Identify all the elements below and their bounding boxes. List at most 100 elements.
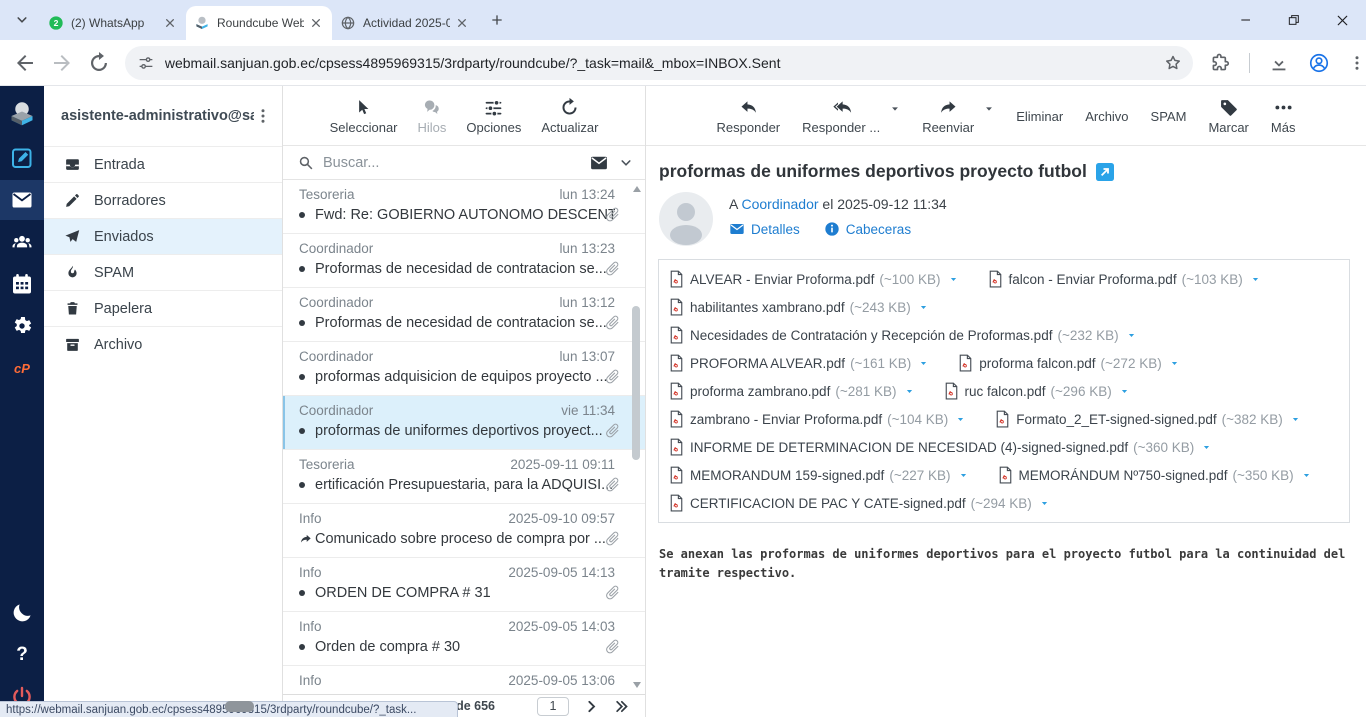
forward-caret-button[interactable] (984, 104, 994, 114)
forward-button[interactable] (50, 51, 74, 75)
folder-item-borradores[interactable]: Borradores (44, 182, 282, 218)
reload-button[interactable] (87, 51, 111, 75)
threads-button[interactable]: Hilos (418, 97, 447, 135)
dark-mode-button[interactable] (0, 593, 44, 633)
headers-link[interactable]: Cabeceras (824, 221, 911, 237)
attachment-chip[interactable]: zambrano - Enviar Proforma.pdf (~104 KB) (669, 405, 965, 433)
open-in-new-window-button[interactable] (1096, 163, 1114, 181)
attachment-menu-caret[interactable] (956, 415, 965, 424)
message-row[interactable]: Coordinador lun 13:07 proformas adquisic… (283, 342, 645, 396)
contacts-nav-button[interactable] (0, 222, 44, 262)
attachment-menu-caret[interactable] (1251, 275, 1260, 284)
attachment-menu-caret[interactable] (949, 275, 958, 284)
attachment-menu-caret[interactable] (1302, 471, 1311, 480)
downloads-button[interactable] (1268, 52, 1290, 74)
list-mode-button[interactable] (589, 153, 609, 173)
scrollbar-thumb[interactable] (632, 306, 640, 460)
browser-menu-button[interactable] (1348, 52, 1366, 74)
site-info-icon[interactable] (137, 54, 155, 72)
reply-all-button[interactable]: Responder ... (802, 97, 880, 135)
scroll-down-arrow[interactable] (633, 682, 641, 688)
folder-item-entrada[interactable]: Entrada (44, 146, 282, 182)
attachment-menu-caret[interactable] (1040, 499, 1049, 508)
tab-close-button[interactable] (162, 15, 178, 31)
attachment-menu-caret[interactable] (1120, 387, 1129, 396)
spam-button[interactable]: SPAM (1151, 107, 1187, 124)
folder-item-papelera[interactable]: Papelera (44, 290, 282, 326)
message-row[interactable]: Info 2025-09-10 09:57 Comunicado sobre p… (283, 504, 645, 558)
restore-button[interactable] (1280, 6, 1308, 34)
folder-item-archivo[interactable]: Archivo (44, 326, 282, 362)
extensions-button[interactable] (1209, 52, 1231, 74)
attachment-chip[interactable]: MEMORANDUM 159-signed.pdf (~227 KB) (669, 461, 968, 489)
last-page-button[interactable] (614, 699, 629, 714)
back-button[interactable] (13, 51, 37, 75)
attachment-menu-caret[interactable] (919, 359, 928, 368)
attachment-menu-caret[interactable] (959, 471, 968, 480)
browser-tab[interactable]: Roundcube Webmail :: Enviados (186, 6, 332, 40)
attachment-chip[interactable]: CERTIFICACION DE PAC Y CATE-signed.pdf (… (669, 489, 1049, 517)
page-number-box[interactable]: 1 (537, 697, 569, 716)
more-button[interactable]: Más (1271, 97, 1296, 135)
help-button[interactable]: ? (0, 635, 44, 675)
url-text[interactable]: webmail.sanjuan.gob.ec/cpsess4895969315/… (165, 55, 1163, 71)
message-row[interactable]: Info 2025-09-05 14:13 ORDEN DE COMPRA # … (283, 558, 645, 612)
tab-close-button[interactable] (308, 15, 324, 31)
attachment-chip[interactable]: ALVEAR - Enviar Proforma.pdf (~100 KB) (669, 265, 958, 293)
attachment-chip[interactable]: MEMORÁNDUM Nº750-signed.pdf (~350 KB) (998, 461, 1311, 489)
reply-button[interactable]: Responder (717, 97, 781, 135)
settings-nav-button[interactable] (0, 306, 44, 346)
message-row[interactable]: Info 2025-09-05 13:06 (283, 666, 645, 694)
attachment-chip[interactable]: INFORME DE DETERMINACION DE NECESIDAD (4… (669, 433, 1211, 461)
attachment-menu-caret[interactable] (1202, 443, 1211, 452)
attachment-menu-caret[interactable] (1127, 331, 1136, 340)
options-button[interactable]: Opciones (466, 97, 521, 135)
bookmark-star-icon[interactable] (1163, 53, 1183, 73)
archive-button[interactable]: Archivo (1085, 107, 1128, 124)
mark-button[interactable]: Marcar (1208, 97, 1248, 135)
message-row[interactable]: Coordinador vie 11:34 proformas de unifo… (283, 396, 645, 450)
recipient-link[interactable]: Coordinador (741, 196, 818, 212)
attachment-menu-caret[interactable] (1291, 415, 1300, 424)
folder-item-spam[interactable]: SPAM (44, 254, 282, 290)
message-row[interactable]: Coordinador lun 13:12 Proformas de neces… (283, 288, 645, 342)
attachment-chip[interactable]: ruc falcon.pdf (~296 KB) (944, 377, 1129, 405)
close-button[interactable] (1328, 6, 1356, 34)
attachment-chip[interactable]: falcon - Enviar Proforma.pdf (~103 KB) (988, 265, 1260, 293)
search-input[interactable] (323, 155, 589, 171)
folder-item-enviados[interactable]: Enviados (44, 218, 282, 254)
attachment-menu-caret[interactable] (905, 387, 914, 396)
delete-button[interactable]: Eliminar (1016, 107, 1063, 124)
minimize-button[interactable] (1232, 6, 1260, 34)
calendar-nav-button[interactable] (0, 264, 44, 304)
attachment-chip[interactable]: Formato_2_ET-signed-signed.pdf (~382 KB) (995, 405, 1300, 433)
attachment-chip[interactable]: Necesidades de Contratación y Recepción … (669, 321, 1136, 349)
next-page-button[interactable] (584, 699, 599, 714)
refresh-button[interactable]: Actualizar (541, 97, 598, 135)
account-menu-button[interactable] (254, 107, 272, 125)
attachment-chip[interactable]: proforma falcon.pdf (~272 KB) (958, 349, 1178, 377)
select-button[interactable]: Seleccionar (330, 97, 398, 135)
details-link[interactable]: Detalles (729, 221, 800, 237)
message-row[interactable]: Info 2025-09-05 14:03 Orden de compra # … (283, 612, 645, 666)
message-row[interactable]: Tesoreria lun 13:24 Fwd: Re: GOBIERNO AU… (283, 180, 645, 234)
attachment-chip[interactable]: proforma zambrano.pdf (~281 KB) (669, 377, 914, 405)
forward-button[interactable]: Reenviar (922, 97, 974, 135)
attachment-menu-caret[interactable] (919, 303, 928, 312)
message-row[interactable]: Tesoreria 2025-09-11 09:11 ertificación … (283, 450, 645, 504)
browser-tab[interactable]: Actividad 2025-09-12 08:00:00 (332, 6, 478, 40)
scroll-up-arrow[interactable] (633, 186, 641, 192)
list-scrollbar[interactable] (630, 180, 644, 694)
cpanel-button[interactable]: cP (0, 348, 44, 388)
attachment-chip[interactable]: habilitantes xambrano.pdf (~243 KB) (669, 293, 928, 321)
tab-search-button[interactable] (8, 6, 36, 34)
compose-button[interactable] (0, 138, 44, 178)
mail-nav-button[interactable] (0, 180, 44, 220)
browser-tab[interactable]: 2 (2) WhatsApp (40, 6, 186, 40)
new-tab-button[interactable] (484, 7, 510, 33)
reply-all-caret-button[interactable] (890, 104, 900, 114)
tab-close-button[interactable] (454, 15, 470, 31)
attachment-menu-caret[interactable] (1170, 359, 1179, 368)
search-scope-button[interactable] (619, 156, 633, 170)
message-row[interactable]: Coordinador lun 13:23 Proformas de neces… (283, 234, 645, 288)
